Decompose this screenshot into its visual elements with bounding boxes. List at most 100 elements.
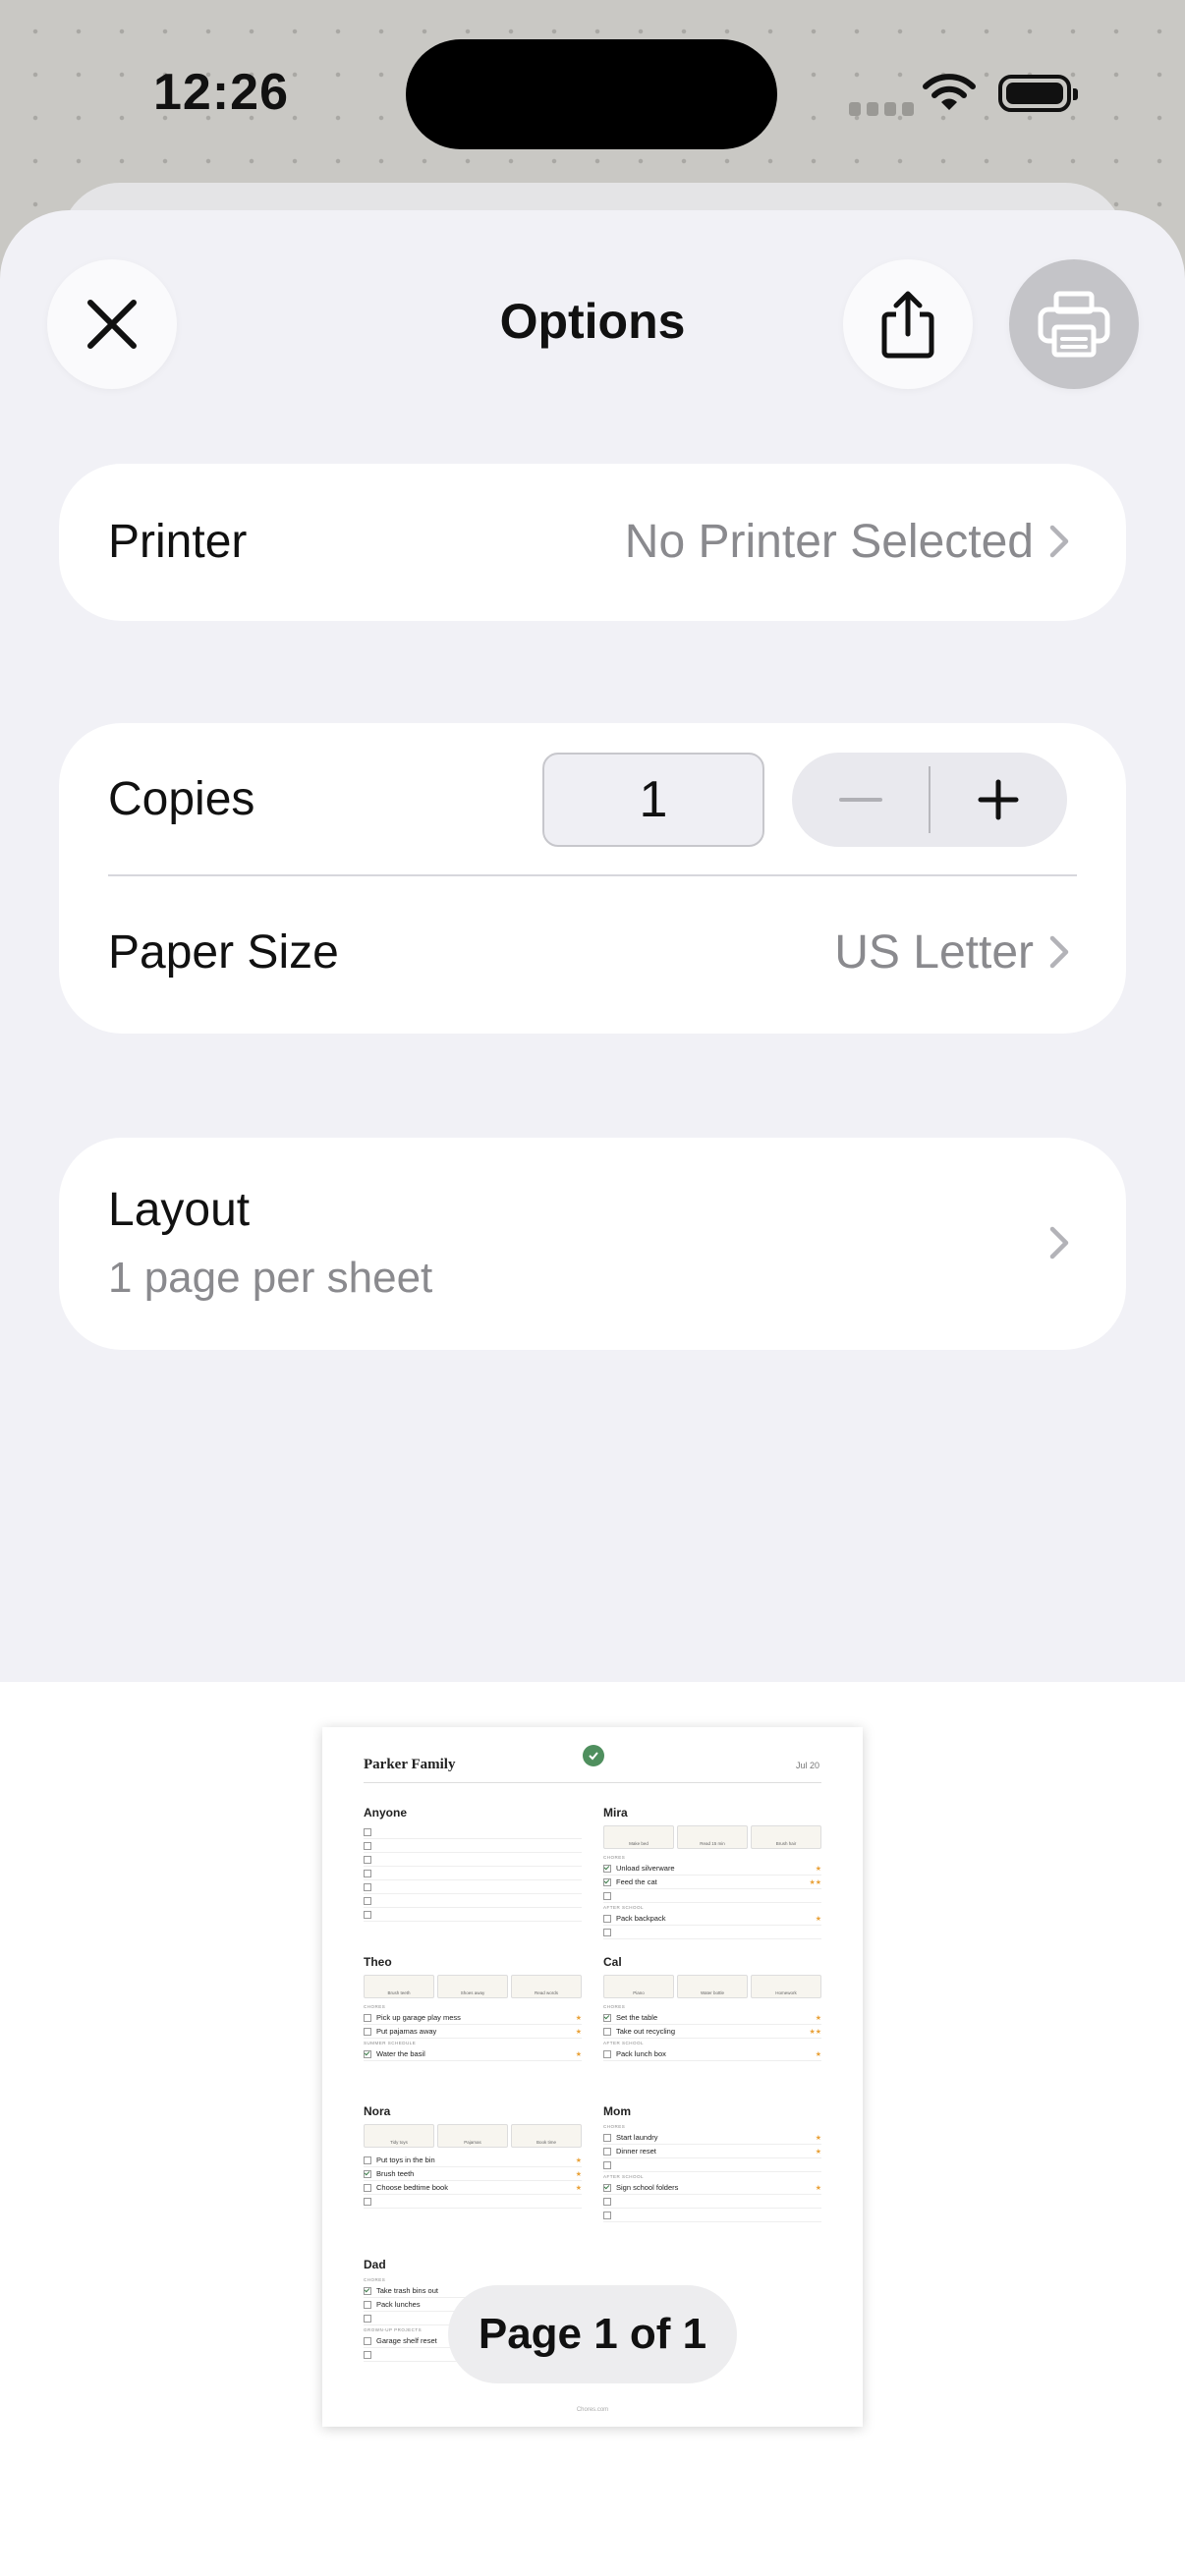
share-button[interactable] <box>843 259 973 389</box>
list-item <box>364 1839 582 1853</box>
list-item: Feed the cat ★★ <box>603 1876 821 1889</box>
list-item: Set the table ★ <box>603 2011 821 2025</box>
list-item: Brush teeth ★ <box>364 2167 582 2181</box>
routine-tile: Book time <box>511 2124 582 2148</box>
chevron-right-icon <box>1049 935 1069 969</box>
routine-tiles: Brush teeth Shoes away Read words <box>364 1975 582 1998</box>
list-item <box>364 1825 582 1839</box>
section-name: Mira <box>603 1806 628 1820</box>
list-item: Pack backpack ★ <box>603 1912 821 1926</box>
list-item: Take out recycling ★★ <box>603 2025 821 2039</box>
list-item <box>364 1880 582 1894</box>
section-name: Nora <box>364 2104 391 2118</box>
section-mom: Mom CHORES Start laundry ★ Dinner reset ★ … <box>603 2104 821 2222</box>
dynamic-island <box>406 39 777 149</box>
list-item: Pick up garage play mess ★ <box>364 2011 582 2025</box>
group-caption: AFTER SCHOOL <box>603 2174 645 2179</box>
printer-label: Printer <box>108 516 248 568</box>
section-anyone: Anyone <box>364 1806 582 1922</box>
section-mira: Mira Make bed Read 15 min Brush hair CHO… <box>603 1806 821 1939</box>
copies-input[interactable]: 1 <box>542 753 764 847</box>
status-bar: 12:26 <box>0 0 1185 187</box>
chevron-right-icon <box>1049 525 1069 558</box>
group-caption: CHORES <box>364 2004 386 2009</box>
routine-tile: Brush hair <box>751 1825 821 1849</box>
group-caption: AFTER SCHOOL <box>603 2041 645 2045</box>
list-item <box>603 2158 821 2172</box>
printer-icon <box>1038 291 1110 358</box>
list-item: Choose bedtime book ★ <box>364 2181 582 2195</box>
list-item: Start laundry ★ <box>603 2131 821 2145</box>
routine-tile: Shoes away <box>437 1975 508 1998</box>
routine-tiles: Make bed Read 15 min Brush hair <box>603 1825 821 1849</box>
plus-icon <box>978 779 1019 820</box>
paper-size-value: US Letter <box>834 926 1034 979</box>
group-caption: CHORES <box>603 2004 626 2009</box>
list-item: Pack lunch box ★ <box>603 2047 821 2061</box>
copies-stepper <box>792 753 1067 847</box>
paper-size-label: Paper Size <box>108 926 339 979</box>
print-button[interactable] <box>1009 259 1139 389</box>
battery-icon <box>998 75 1078 112</box>
section-name: Dad <box>364 2258 386 2271</box>
printer-value: No Printer Selected <box>624 516 1034 568</box>
wifi-icon <box>923 74 976 110</box>
chevron-right-icon <box>1049 1226 1069 1260</box>
check-logo-icon <box>583 1745 604 1766</box>
list-item: Sign school folders ★ <box>603 2181 821 2195</box>
copies-label: Copies <box>108 773 255 825</box>
routine-tile: Brush teeth <box>364 1975 434 1998</box>
page-indicator: Page 1 of 1 <box>448 2285 737 2383</box>
section-name: Mom <box>603 2104 631 2118</box>
routine-tile: Pajamas <box>437 2124 508 2148</box>
routine-tile: Make bed <box>603 1825 674 1849</box>
routine-tile: Water bottle <box>677 1975 748 1998</box>
routine-tile: Piano <box>603 1975 674 1998</box>
routine-tile: Read 15 min <box>677 1825 748 1849</box>
list-item: Dinner reset ★ <box>603 2145 821 2158</box>
increment-button[interactable] <box>930 753 1067 847</box>
list-item <box>603 2195 821 2209</box>
status-time: 12:26 <box>153 64 289 121</box>
sheet-title: Options <box>499 294 686 349</box>
routine-tile: Read words <box>511 1975 582 1998</box>
routine-tiles: Piano Water bottle Homework <box>603 1975 821 1998</box>
group-caption: SUMMER SCHEDULE <box>364 2041 417 2045</box>
list-item <box>603 2209 821 2222</box>
doc-footer: Chores.com <box>576 2407 609 2413</box>
section-name: Anyone <box>364 1806 408 1820</box>
list-item <box>364 1853 582 1867</box>
layout-value: 1 page per sheet <box>108 1254 433 1302</box>
group-caption: CHORES <box>603 1855 626 1860</box>
list-item: Unload silverware ★ <box>603 1862 821 1876</box>
list-item <box>364 1867 582 1880</box>
group-caption: CHORES <box>364 2277 386 2282</box>
routine-tile: Homework <box>751 1975 821 1998</box>
list-item <box>364 1908 582 1922</box>
share-icon <box>881 291 934 359</box>
layout-row[interactable]: Layout 1 page per sheet <box>59 1138 1126 1350</box>
list-item: Water the basil ★ <box>364 2047 582 2061</box>
printer-row[interactable]: Printer No Printer Selected <box>59 464 1126 621</box>
paper-size-row[interactable]: Paper Size US Letter <box>59 876 1126 1034</box>
routine-tiles: Tidy toys Pajamas Book time <box>364 2124 582 2148</box>
minus-icon <box>839 798 882 802</box>
routine-tile: Tidy toys <box>364 2124 434 2148</box>
section-cal: Cal Piano Water bottle Homework CHORES S… <box>603 1955 821 2061</box>
list-item: Put pajamas away ★ <box>364 2025 582 2039</box>
section-nora: Nora Tidy toys Pajamas Book time Put toy… <box>364 2104 582 2209</box>
decrement-button[interactable] <box>792 753 930 847</box>
section-name: Theo <box>364 1955 392 1969</box>
doc-date: Jul 20 <box>795 1761 819 1770</box>
list-item <box>603 1889 821 1903</box>
doc-header-rule <box>364 1782 821 1783</box>
copies-paper-card: Copies 1 Paper Size US Letter <box>59 723 1126 1034</box>
list-item <box>603 1926 821 1939</box>
group-caption: CHORES <box>603 2124 626 2129</box>
list-item <box>364 1894 582 1908</box>
layout-label: Layout <box>108 1184 251 1236</box>
section-name: Cal <box>603 1955 622 1969</box>
list-item: Put toys in the bin ★ <box>364 2154 582 2167</box>
group-caption: AFTER SCHOOL <box>603 1905 645 1910</box>
cellular-signal-icon <box>849 102 914 116</box>
